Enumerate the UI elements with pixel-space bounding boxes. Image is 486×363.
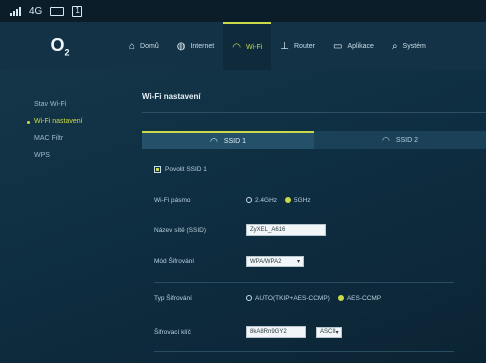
enable-ssid-label: Povolit SSID 1 [165, 166, 207, 173]
band-option-24[interactable]: 2.4GHz [246, 197, 277, 204]
apps-icon: ▭ [333, 40, 343, 52]
encryption-option-auto[interactable]: AUTO(TKIP+AES-CCMP) [246, 295, 330, 302]
security-mode-row: Mód Šifrování WPA/WPA2 ▾ [154, 256, 304, 267]
ssid-tabs: ◠ SSID 1 ◠ SSID 2 [142, 131, 486, 149]
ssid-name-label: Název sítě (SSID) [154, 226, 207, 234]
ssid-name-input[interactable]: ZyXEL_A616 [246, 224, 326, 236]
radio-5ghz[interactable] [285, 197, 292, 204]
key-format-select[interactable]: ASCII ▾ [316, 326, 342, 338]
encryption-radio-group: AUTO(TKIP+AES-CCMP) AES-CCMP [246, 295, 381, 302]
wifi-icon: ◠ [232, 41, 241, 53]
sidebar-item-wifi-settings[interactable]: Wi-Fi nastavení [0, 113, 120, 130]
security-key-row: Šifrovací klíč 8kA8Rn9GY2 ASCII ▾ [154, 326, 342, 338]
encryption-type-label: Typ Šifrování [154, 295, 192, 302]
chevron-down-icon: ▾ [335, 329, 339, 336]
tab-router[interactable]: ⊥ Router [271, 22, 324, 70]
globe-icon: ◍ [176, 40, 186, 52]
security-mode-select[interactable]: WPA/WPA2 ▾ [246, 256, 304, 267]
tab-wifi[interactable]: ◠ Wi-Fi [223, 22, 272, 70]
sidebar: Stav Wi-Fi Wi-Fi nastavení MAC Filtr WPS [0, 70, 120, 363]
enable-ssid-row: Povolit SSID 1 [154, 166, 207, 173]
search-icon: ⌕ [391, 40, 398, 52]
security-key-label: Šifrovací klíč [154, 328, 191, 336]
wifi-icon: ◠ [381, 134, 390, 145]
tab-ssid-2[interactable]: ◠ SSID 2 [314, 131, 486, 149]
radio-24ghz[interactable] [246, 197, 252, 204]
radio-auto[interactable] [246, 295, 252, 302]
wifi-icon: ◠ [209, 135, 218, 146]
band-label: Wi-Fi pásmo [154, 197, 191, 204]
nav-tabs: ⌂ Domů ◍ Internet ◠ Wi-Fi ⊥ Router ▭ Apl… [120, 22, 486, 70]
page-title: Wi-Fi nastavení [142, 92, 201, 101]
tab-home[interactable]: ⌂ Domů [120, 22, 168, 70]
band-row: Wi-Fi pásmo 2.4GHz 5GHz [154, 197, 311, 204]
enable-ssid-checkbox[interactable] [154, 166, 161, 173]
main-panel: Wi-Fi nastavení ◠ SSID 1 ◠ SSID 2 Povoli… [132, 70, 486, 363]
tab-ssid-1[interactable]: ◠ SSID 1 [142, 131, 314, 149]
sim-card-icon [72, 5, 83, 17]
encryption-option-aes[interactable]: AES-CCMP [337, 295, 381, 302]
title-divider [142, 112, 486, 113]
data-transfer-icon [50, 6, 65, 16]
top-navigation: O2 ⌂ Domů ◍ Internet ◠ Wi-Fi ⊥ Router ▭ … [0, 22, 486, 70]
encryption-type-row: Typ Šifrování AUTO(TKIP+AES-CCMP) AES-CC… [154, 295, 381, 302]
network-type: 4G [29, 5, 43, 17]
radio-aes[interactable] [337, 295, 344, 302]
security-key-input[interactable]: 8kA8Rn9GY2 [246, 326, 306, 338]
chevron-down-icon: ▾ [296, 259, 300, 265]
security-mode-label: Mód Šifrování [154, 258, 195, 265]
router-icon: ⊥ [280, 40, 289, 52]
tab-internet[interactable]: ◍ Internet [168, 22, 223, 70]
sidebar-item-mac-filter[interactable]: MAC Filtr [0, 130, 120, 147]
bottom-divider [154, 351, 454, 352]
sidebar-item-wps[interactable]: WPS [0, 147, 120, 164]
home-icon: ⌂ [129, 40, 136, 52]
router-admin-screen: 4G O2 ⌂ Domů ◍ Internet ◠ Wi-Fi ⊥ Router [0, 0, 486, 363]
band-radio-group: 2.4GHz 5GHz [246, 197, 311, 204]
section-divider [154, 282, 454, 283]
tab-system[interactable]: ⌕ Systém [383, 22, 435, 70]
ssid-name-row: Název sítě (SSID) ZyXEL_A616 [154, 224, 326, 236]
signal-strength-icon [10, 6, 21, 16]
o2-logo[interactable]: O2 [0, 35, 120, 58]
tab-apps[interactable]: ▭ Aplikace [324, 22, 383, 70]
sidebar-item-wifi-status[interactable]: Stav Wi-Fi [0, 96, 120, 113]
status-bar: 4G [0, 0, 486, 22]
band-option-5[interactable]: 5GHz [285, 197, 311, 204]
